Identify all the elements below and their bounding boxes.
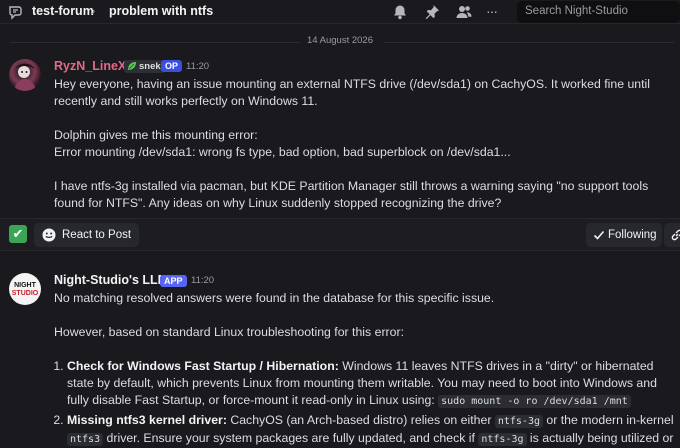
message-op: RyzN_LineX snek OP 11:20 Hey everyone, h…: [0, 52, 680, 214]
solved-reaction-button[interactable]: ✔: [9, 225, 27, 243]
author-name[interactable]: RyzN_LineX: [54, 59, 126, 73]
thread-title: problem with ntfs: [109, 4, 214, 18]
react-to-post-label: React to Post: [62, 229, 132, 241]
list-item-text: or the modern in-kernel: [543, 413, 674, 427]
avatar-image-icon: [14, 63, 36, 91]
avatar[interactable]: [9, 59, 41, 91]
message-paragraph: However, based on standard Linux trouble…: [54, 325, 404, 339]
message-paragraph: Dolphin gives me this mounting error:: [54, 128, 258, 142]
message-paragraph: Error mounting /dev/sda1: wrong fs type,…: [54, 145, 511, 159]
channel-name[interactable]: test-forum: [32, 4, 94, 18]
avatar-text: STUDIO: [11, 290, 39, 297]
more-icon[interactable]: ···: [486, 3, 504, 21]
timestamp: 11:20: [186, 61, 210, 72]
thread-icon: [9, 6, 22, 20]
avatar[interactable]: NIGHT STUDIO: [9, 273, 41, 305]
list-item-title: Check for Windows Fast Startup / Hiberna…: [67, 359, 339, 373]
emoji-icon: [42, 228, 56, 242]
date-divider-label: 14 August 2026: [306, 35, 374, 46]
message-bot: NIGHT STUDIO Night-Studio's LLM APP 11:2…: [0, 266, 680, 448]
list-item: Check for Windows Fast Startup / Hiberna…: [67, 358, 678, 410]
bell-icon[interactable]: [391, 3, 409, 21]
top-bar: test-forum › problem with ntfs ··· Searc…: [0, 0, 680, 24]
answer-list: Check for Windows Fast Startup / Hiberna…: [67, 358, 678, 448]
inline-code: ntfs-3g: [478, 433, 527, 446]
message-content: Hey everyone, having an issue mounting a…: [54, 76, 676, 212]
avatar-text: NIGHT: [14, 282, 36, 289]
message-paragraph: No matching resolved answers were found …: [54, 291, 495, 305]
search-input[interactable]: Search Night-Studio: [517, 1, 680, 23]
op-tag: OP: [161, 60, 183, 72]
following-button[interactable]: Following: [586, 223, 662, 247]
post-action-bar: ✔ React to Post Following: [0, 218, 680, 251]
copy-link-button[interactable]: [664, 223, 680, 247]
list-item-text: CachyOS (an Arch-based distro) relies on…: [226, 413, 495, 427]
inline-code: ntfs3: [67, 433, 104, 446]
author-name[interactable]: Night-Studio's LLM: [54, 273, 168, 287]
message-content: No matching resolved answers were found …: [54, 290, 678, 448]
app-tag: APP: [160, 275, 187, 287]
pin-icon[interactable]: [423, 3, 441, 21]
breadcrumb-chevron-icon: ›: [91, 3, 96, 18]
list-item-title: Missing ntfs3 kernel driver:: [67, 413, 227, 427]
date-divider: 14 August 2026: [0, 32, 680, 48]
guild-tag-badge[interactable]: snek: [124, 60, 165, 73]
link-icon: [671, 229, 680, 241]
react-to-post-button[interactable]: React to Post: [34, 223, 140, 247]
members-icon[interactable]: [455, 3, 473, 21]
message-paragraph: I have ntfs-3g installed via pacman, but…: [54, 179, 652, 210]
inline-code: ntfs-3g: [494, 415, 543, 428]
inline-code: sudo mount -o ro /dev/sda1 /mnt: [438, 395, 631, 408]
list-item: Missing ntfs3 kernel driver: CachyOS (an…: [67, 412, 678, 448]
following-label: Following: [608, 229, 657, 241]
checkmark-icon: [593, 230, 605, 240]
timestamp: 11:20: [191, 275, 215, 286]
leaf-icon: [128, 62, 136, 70]
list-item-text: driver. Ensure your system packages are …: [103, 431, 479, 445]
message-paragraph: Hey everyone, having an issue mounting a…: [54, 77, 654, 108]
guild-tag-label: snek: [139, 61, 161, 72]
